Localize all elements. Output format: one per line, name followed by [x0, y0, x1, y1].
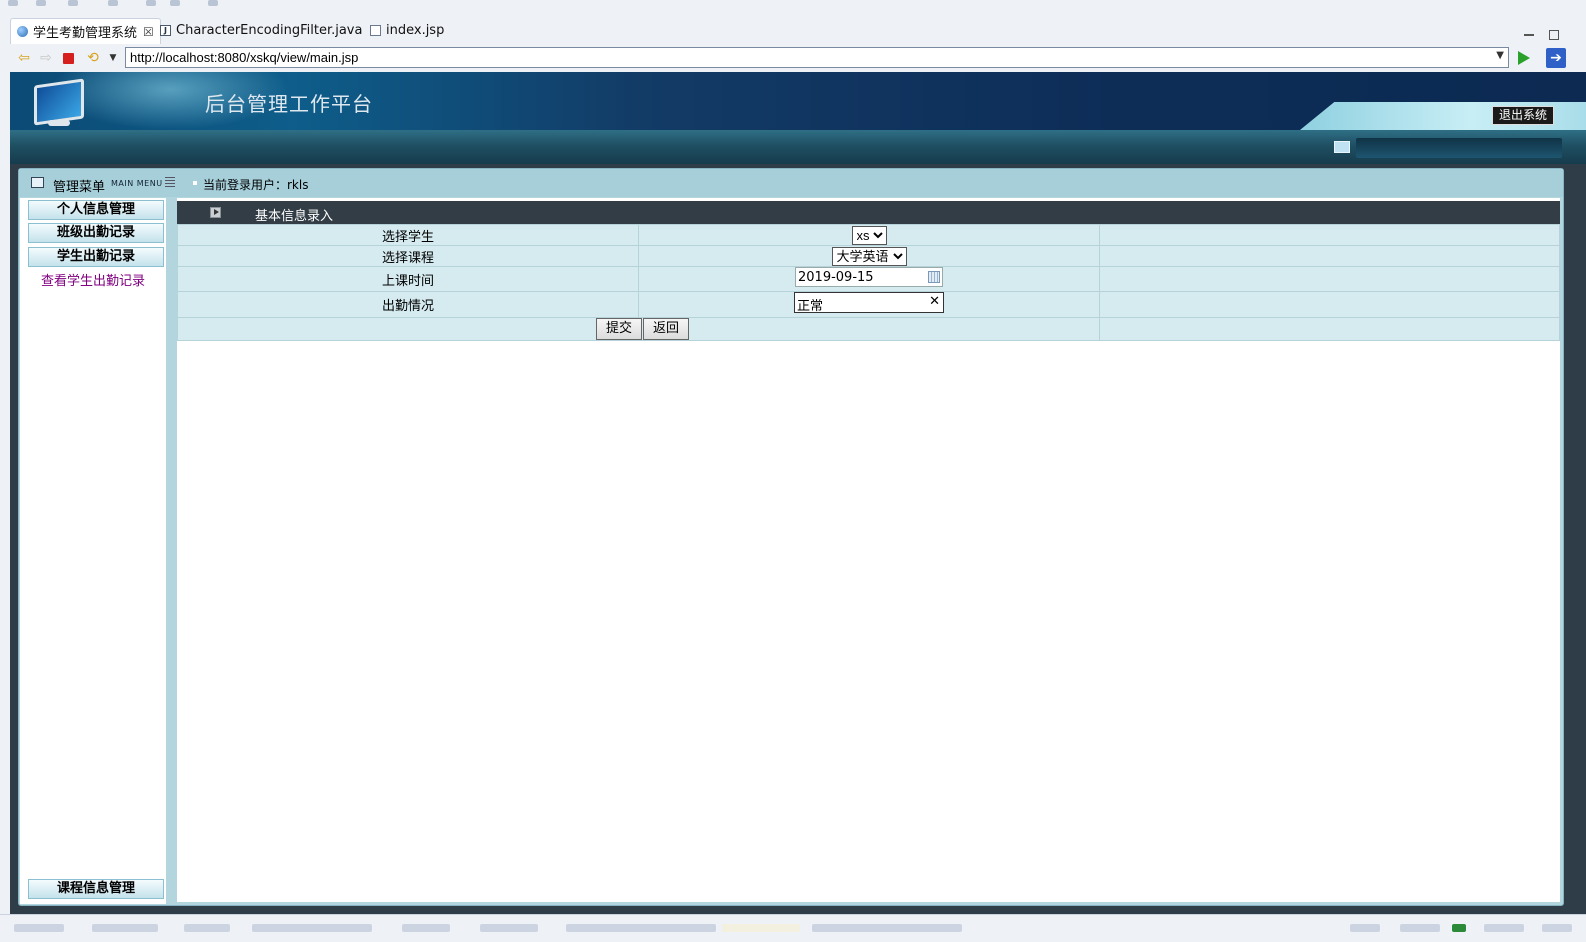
- play-icon: [210, 207, 221, 218]
- panel-tab[interactable]: [184, 924, 230, 932]
- editor-tab-bar: 学生考勤管理系统 ☒ J CharacterEncodingFilter.jav…: [0, 12, 1586, 45]
- menu-toggle-icon[interactable]: [165, 177, 175, 187]
- site-title: 后台管理工作平台: [205, 92, 373, 116]
- sidebar-item-personal-info[interactable]: 个人信息管理: [28, 200, 164, 220]
- panel-tab[interactable]: [252, 924, 372, 932]
- clear-icon[interactable]: ✕: [929, 294, 940, 309]
- sidebar-item-course-info[interactable]: 课程信息管理: [28, 879, 164, 899]
- monitor-logo-icon: [32, 78, 84, 126]
- attendance-input[interactable]: 正常 ✕: [794, 292, 944, 314]
- site-subbanner: [10, 130, 1586, 164]
- menu-subtitle: MAIN MENU: [111, 179, 163, 188]
- panel-tool[interactable]: [1542, 924, 1572, 932]
- logout-button[interactable]: 退出系统: [1492, 106, 1555, 125]
- web-page: 后台管理工作平台 退出系统 管理菜单 MAIN MENU 当前登录用户：rkls…: [10, 72, 1586, 914]
- go-icon[interactable]: [1518, 51, 1530, 65]
- external-browser-icon[interactable]: ➔: [1546, 48, 1566, 68]
- form-row-time: 上课时间 2019-09-15: [177, 266, 1560, 292]
- globe-icon: [17, 26, 28, 37]
- toolbar-icon[interactable]: [146, 0, 156, 6]
- submit-button[interactable]: 提交: [595, 318, 642, 340]
- panel-tab[interactable]: [402, 924, 450, 932]
- sidebar-item-class-attendance[interactable]: 班级出勤记录: [28, 223, 164, 243]
- java-file-icon: J: [160, 25, 171, 36]
- maximize-icon[interactable]: [1549, 30, 1559, 40]
- ide-toolbar: [0, 0, 1586, 12]
- tab-label: index.jsp: [386, 23, 445, 38]
- ide-bottom-panel-tabs: [0, 914, 1586, 942]
- jsp-file-icon: [370, 25, 381, 36]
- tab-browser[interactable]: 学生考勤管理系统 ☒: [10, 18, 161, 44]
- tab-label: 学生考勤管理系统: [33, 26, 138, 41]
- minimize-icon[interactable]: [1524, 34, 1534, 36]
- browser-nav-bar: ⇦ ⇨ ⟲ ▼ ▼ ➔: [0, 44, 1586, 72]
- current-user-label: 当前登录用户：rkls: [203, 178, 309, 192]
- sidebar-menu: 个人信息管理 班级出勤记录 学生出勤记录 查看学生出勤记录 课程信息管理: [20, 198, 166, 904]
- panel-tool[interactable]: [1350, 924, 1380, 932]
- stop-icon[interactable]: [63, 53, 74, 64]
- toolbar-icon[interactable]: [36, 0, 46, 6]
- panel-tab[interactable]: [566, 924, 716, 932]
- student-select[interactable]: xs: [851, 225, 887, 245]
- content-area: 基本信息录入 选择学生 xs 选择课程 大学英语 上课时间 2019-09-15…: [177, 198, 1560, 902]
- panel-tab[interactable]: [14, 924, 64, 932]
- sidebar-item-student-attendance[interactable]: 学生出勤记录: [28, 247, 164, 267]
- panel-tab[interactable]: [812, 924, 962, 932]
- tab-java-file[interactable]: J CharacterEncodingFilter.java: [154, 18, 368, 43]
- menu-icon: [31, 177, 44, 188]
- menu-title: 管理菜单: [53, 180, 106, 195]
- panel-tool[interactable]: [1452, 924, 1466, 932]
- panel-tool[interactable]: [1484, 924, 1524, 932]
- sidebar-link-view-student-attendance[interactable]: 查看学生出勤记录: [20, 270, 166, 289]
- panel-tab[interactable]: [480, 924, 538, 932]
- toolbar-icon[interactable]: [8, 0, 18, 6]
- toolbar-icon[interactable]: [108, 0, 118, 6]
- tab-label: CharacterEncodingFilter.java: [176, 23, 363, 38]
- computer-icon: [1334, 141, 1350, 153]
- url-bar[interactable]: ▼: [125, 47, 1509, 68]
- forward-arrow-icon[interactable]: ⇨: [38, 50, 54, 66]
- panel-tab[interactable]: [92, 924, 158, 932]
- frame-header: 管理菜单 MAIN MENU 当前登录用户：rkls: [19, 169, 1563, 197]
- url-dropdown-icon[interactable]: ▼: [1496, 50, 1504, 61]
- close-tab-icon[interactable]: ☒: [143, 25, 154, 39]
- toolbar-icon[interactable]: [170, 0, 180, 6]
- student-label: 选择学生: [177, 224, 639, 246]
- back-button[interactable]: 返回: [643, 318, 690, 340]
- attendance-form: 选择学生 xs 选择课程 大学英语 上课时间 2019-09-15 出勤情况 正…: [177, 224, 1560, 341]
- toolbar-icon[interactable]: [68, 0, 78, 6]
- main-frame: 管理菜单 MAIN MENU 当前登录用户：rkls 个人信息管理 班级出勤记录…: [18, 168, 1564, 906]
- attendance-label: 出勤情况: [177, 291, 639, 318]
- toolbar-icon[interactable]: [208, 0, 218, 6]
- panel-header: 基本信息录入: [177, 201, 1560, 224]
- back-arrow-icon[interactable]: ⇦: [16, 50, 32, 66]
- form-row-attendance: 出勤情况 正常 ✕: [177, 291, 1560, 318]
- url-input[interactable]: [126, 48, 1484, 66]
- calendar-icon[interactable]: [928, 271, 940, 283]
- panel-tab-active[interactable]: [722, 924, 800, 932]
- bullet-icon: [193, 181, 197, 185]
- nav-dropdown-icon[interactable]: ▼: [105, 50, 121, 66]
- refresh-icon[interactable]: ⟲: [85, 50, 101, 66]
- time-label: 上课时间: [177, 266, 639, 292]
- course-label: 选择课程: [177, 245, 639, 267]
- panel-tool[interactable]: [1400, 924, 1440, 932]
- form-row-student: 选择学生 xs: [177, 224, 1560, 246]
- class-time-input[interactable]: 2019-09-15: [795, 267, 943, 287]
- panel-title: 基本信息录入: [255, 209, 334, 224]
- site-banner: 后台管理工作平台 退出系统: [10, 72, 1586, 130]
- course-select[interactable]: 大学英语: [831, 246, 907, 266]
- form-row-course: 选择课程 大学英语: [177, 245, 1560, 267]
- tab-jsp-file[interactable]: index.jsp: [364, 18, 450, 43]
- form-row-actions: 提交 返回: [177, 317, 1560, 341]
